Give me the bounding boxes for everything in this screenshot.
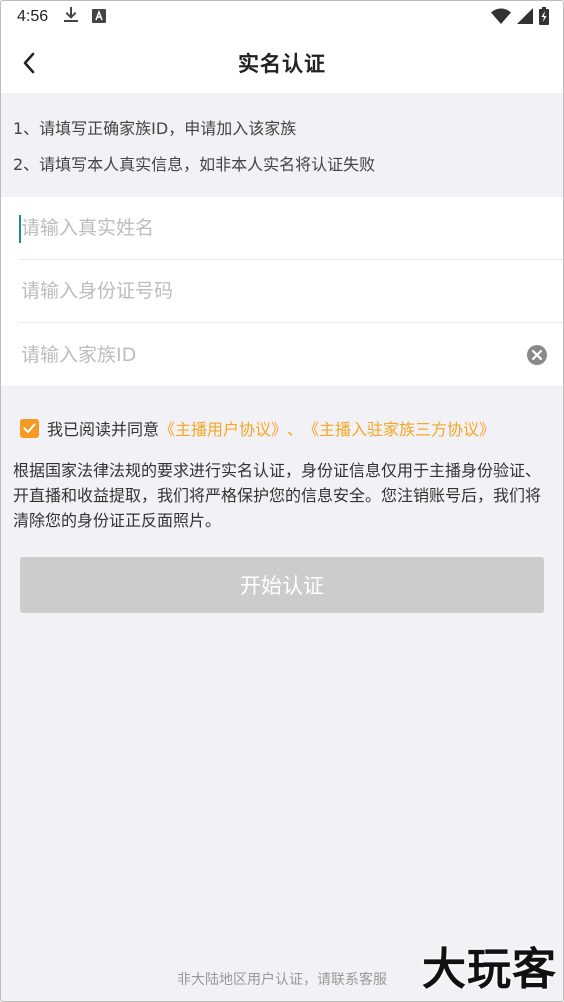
cellular-signal-icon xyxy=(517,8,533,28)
notice-item: 2、请填写本人真实信息，如非本人实名将认证失败 xyxy=(13,155,376,174)
family-id-input[interactable] xyxy=(19,343,499,366)
verification-form xyxy=(1,197,563,386)
agreement-checkbox[interactable] xyxy=(20,418,39,438)
status-time: 4:56 xyxy=(17,8,49,25)
id-card-row xyxy=(19,260,563,323)
privacy-description: 根据国家法律法规的要求进行实名认证，身份证信息仅用于主播身份验证、开直播和收益提… xyxy=(13,461,542,530)
family-id-row xyxy=(19,323,563,386)
text-caret xyxy=(19,215,21,243)
back-button[interactable] xyxy=(15,49,43,77)
download-icon xyxy=(64,7,79,27)
chevron-left-icon xyxy=(23,52,35,74)
font-a-icon xyxy=(92,8,107,27)
app-screen: 4:56 实名认证 1、请填写正确家族ID，申请加入该家族 2、请填写本人真实信… xyxy=(0,0,564,1002)
real-name-input[interactable] xyxy=(19,217,499,239)
id-card-number-input[interactable] xyxy=(19,280,499,302)
family-tripartite-agreement-link[interactable]: 《主播入驻家族三方协议》 xyxy=(303,416,495,440)
status-bar: 4:56 xyxy=(1,1,563,33)
status-notification-icons xyxy=(64,7,107,27)
status-system-icons xyxy=(491,7,549,29)
wifi-icon xyxy=(491,8,511,28)
clear-circle-icon[interactable] xyxy=(527,345,547,365)
notice-list: 1、请填写正确家族ID，申请加入该家族 2、请填写本人真实信息，如非本人实名将认… xyxy=(1,93,563,197)
agreement-row: 我已阅读并同意 《主播用户协议》 、 《主播入驻家族三方协议》 xyxy=(1,386,563,440)
agreement-prefix: 我已阅读并同意 xyxy=(47,420,160,439)
agreement-separator: 、 xyxy=(287,420,304,439)
watermark-logo: 大玩客 xyxy=(422,944,557,995)
notice-item: 1、请填写正确家族ID，申请加入该家族 xyxy=(13,119,297,138)
page-title: 实名认证 xyxy=(238,52,326,76)
name-row xyxy=(19,197,563,260)
battery-charging-icon xyxy=(539,7,549,29)
start-verification-button[interactable]: 开始认证 xyxy=(20,557,544,613)
anchor-user-agreement-link[interactable]: 《主播用户协议》 xyxy=(159,416,287,440)
checkmark-icon xyxy=(23,423,36,433)
nav-bar: 实名认证 xyxy=(1,33,563,93)
